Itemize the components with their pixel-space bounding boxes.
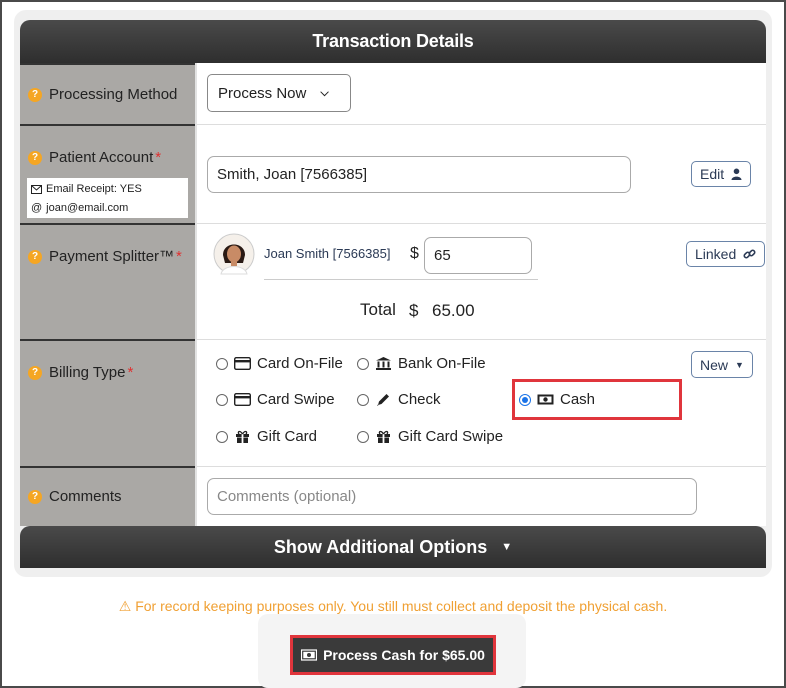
transaction-details-header: Transaction Details (20, 20, 766, 63)
processing-method-label-cell: ? Processing Method (20, 63, 195, 124)
required-asterisk: * (127, 364, 134, 381)
radio-button[interactable] (357, 430, 369, 443)
payment-splitter-label-cell: ? Payment Splitter™ * (20, 223, 195, 339)
radio-button[interactable] (216, 357, 228, 370)
gift-icon (236, 430, 249, 443)
patient-email: joan@email.com (46, 202, 129, 214)
linked-label: Linked (695, 246, 737, 262)
edit-patient-button[interactable]: Edit (691, 161, 752, 187)
envelope-icon (31, 185, 42, 194)
required-asterisk: * (176, 248, 182, 265)
caret-down-icon: ▼ (735, 359, 744, 370)
billing-option-gift-card[interactable]: Gift Card (216, 428, 317, 445)
total-currency: $ (409, 301, 419, 320)
credit-card-icon (234, 357, 251, 370)
comments-row: ? Comments Comments (optional) (20, 466, 766, 526)
help-icon[interactable]: ? (28, 365, 42, 380)
billing-option-label: Check (398, 391, 441, 408)
process-cash-button[interactable]: Process Cash for $65.00 (290, 635, 496, 675)
billing-option-label: Gift Card (257, 428, 318, 445)
help-icon[interactable]: ? (28, 150, 42, 165)
billing-option-label: Gift Card Swipe (398, 428, 504, 445)
chevron-down-icon: ⌵ (320, 86, 329, 99)
email-receipt-box: Email Receipt: YES @ joan@email.com (27, 178, 188, 218)
additional-options-label: Show Additional Options (273, 536, 488, 557)
total-label: Total (360, 300, 396, 319)
linked-button[interactable]: Linked (686, 241, 766, 267)
avatar (213, 233, 255, 275)
billing-option-check[interactable]: Check (357, 391, 441, 408)
billing-option-card-on-file[interactable]: Card On-File (216, 355, 343, 372)
splitter-currency: $ (410, 245, 419, 262)
splitter-amount-input[interactable]: 65 (424, 237, 532, 274)
link-icon (743, 248, 756, 259)
show-additional-options-button[interactable]: Show Additional Options ▼ (20, 526, 766, 568)
user-icon (731, 168, 742, 180)
billing-type-label: Billing Type (49, 364, 126, 381)
help-icon[interactable]: ? (28, 249, 42, 264)
radio-button[interactable] (216, 430, 228, 443)
radio-button[interactable] (216, 393, 228, 406)
radio-button[interactable] (357, 393, 369, 406)
patient-account-value: Smith, Joan [7566385] (217, 166, 368, 183)
splitter-amount-value: 65 (434, 247, 451, 264)
required-asterisk: * (155, 149, 162, 166)
process-button-label: Process Cash for $65.00 (323, 647, 485, 663)
processing-method-label: Processing Method (49, 86, 178, 103)
email-receipt-status: Email Receipt: YES (46, 183, 142, 195)
patient-account-input[interactable]: Smith, Joan [7566385] (207, 156, 631, 193)
billing-option-card-swipe[interactable]: Card Swipe (216, 391, 335, 408)
billing-option-label: Bank On-File (398, 355, 486, 372)
cash-icon (301, 649, 318, 661)
processing-method-row: ? Processing Method Process Now ⌵ (20, 63, 766, 124)
processing-method-select[interactable]: Process Now ⌵ (207, 74, 351, 112)
bank-icon (376, 357, 391, 370)
at-icon: @ (31, 202, 43, 214)
new-label: New (700, 356, 729, 373)
credit-card-icon (234, 393, 251, 406)
patient-account-label-cell: ? Patient Account * Email Receipt: YES @ … (20, 124, 195, 223)
caret-down-icon: ▼ (501, 541, 513, 553)
new-billing-button[interactable]: New ▼ (691, 351, 753, 378)
edit-label: Edit (700, 166, 725, 182)
comments-placeholder: Comments (optional) (217, 488, 357, 505)
billing-option-label: Card Swipe (257, 391, 335, 408)
header-title: Transaction Details (312, 31, 474, 51)
billing-option-bank-on-file[interactable]: Bank On-File (357, 355, 486, 372)
total-value: 65.00 (432, 301, 475, 320)
comments-label-cell: ? Comments (20, 466, 195, 526)
splitter-divider (264, 279, 538, 280)
radio-button[interactable] (357, 357, 369, 370)
payment-splitter-row: ? Payment Splitter™ * Joan Smith [7566385… (20, 223, 766, 339)
cash-warning: ⚠ For record keeping purposes only. You … (0, 598, 786, 615)
help-icon[interactable]: ? (28, 489, 42, 504)
processing-method-value: Process Now (218, 84, 307, 102)
billing-option-gift-card-swipe[interactable]: Gift Card Swipe (357, 428, 503, 445)
help-icon[interactable]: ? (28, 87, 42, 102)
splitter-patient-name[interactable]: Joan Smith [7566385] (264, 246, 390, 261)
cash-highlight-box (512, 379, 682, 420)
patient-account-label: Patient Account (49, 149, 154, 166)
warning-icon: ⚠ (118, 598, 132, 614)
billing-option-label: Card On-File (257, 355, 343, 372)
billing-type-label-cell: ? Billing Type * (20, 339, 195, 466)
warning-text: For record keeping purposes only. You st… (135, 598, 668, 614)
pen-icon (377, 394, 389, 406)
payment-splitter-label: Payment Splitter™ (49, 248, 175, 265)
comments-label: Comments (49, 488, 122, 505)
patient-account-row: ? Patient Account * Email Receipt: YES @ … (20, 124, 766, 223)
comments-input[interactable]: Comments (optional) (207, 478, 697, 515)
gift-icon (377, 430, 390, 443)
